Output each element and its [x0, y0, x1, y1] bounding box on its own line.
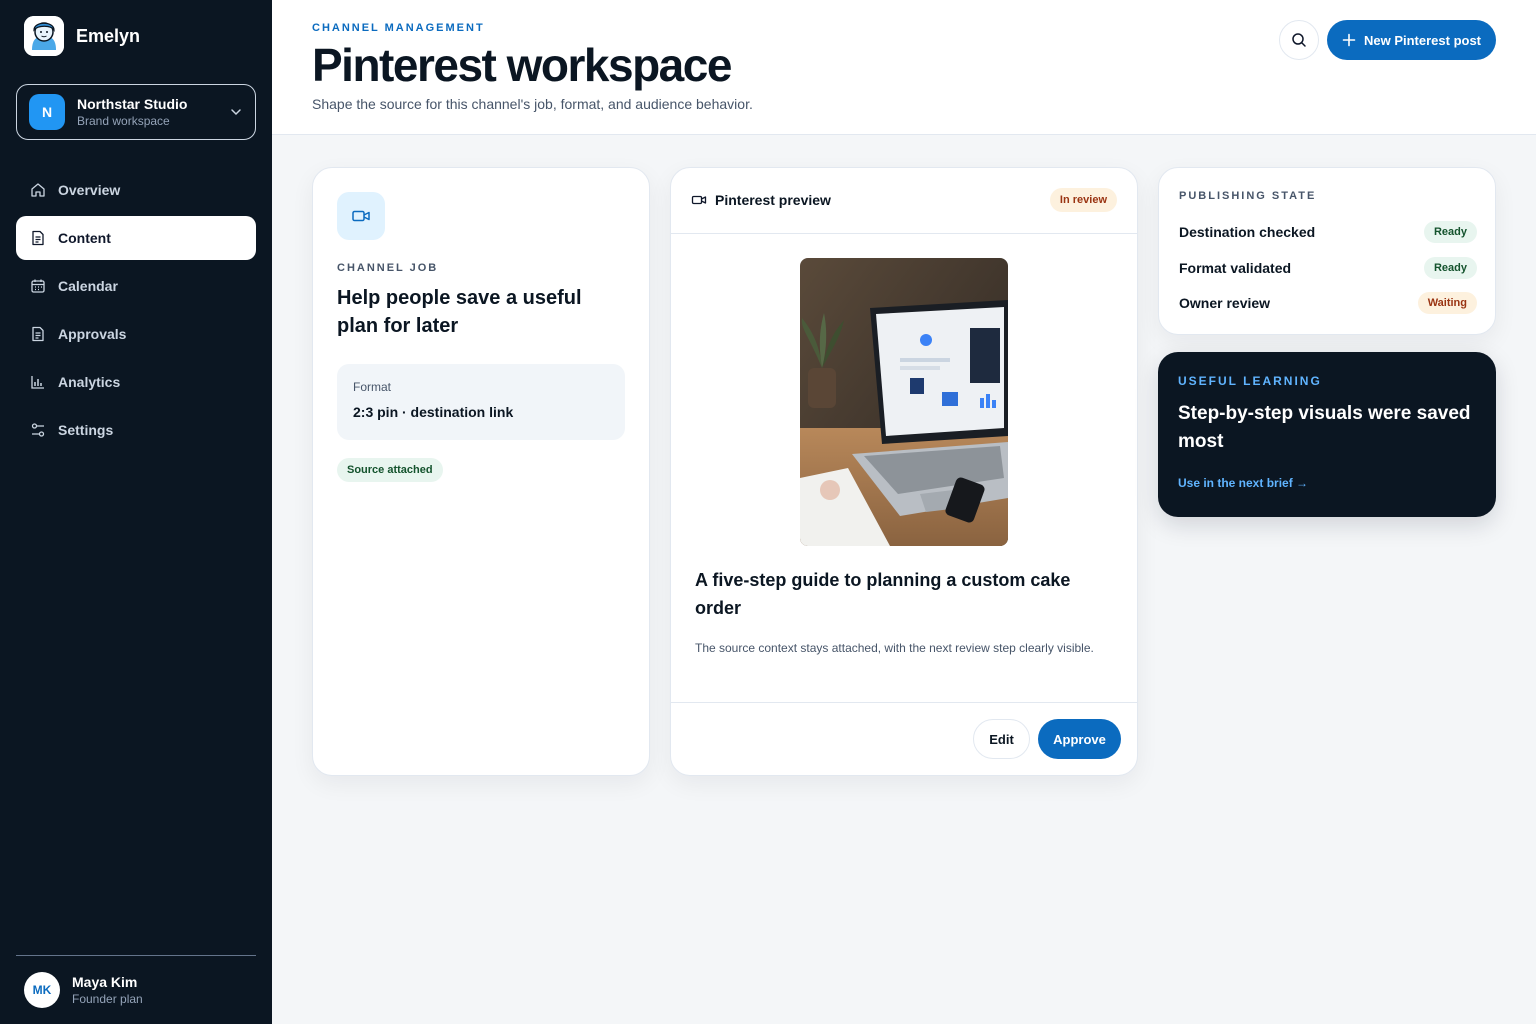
sidebar: Emelyn N Northstar Studio Brand workspac… [0, 0, 272, 1024]
workspace-name: Northstar Studio [77, 96, 188, 112]
approve-button[interactable]: Approve [1038, 719, 1121, 759]
page-title: Pinterest workspace [312, 39, 732, 91]
document-icon [32, 230, 44, 246]
preview-header: Pinterest preview In review [671, 168, 1137, 234]
learning-title: Step-by-step visuals were saved most [1178, 403, 1471, 452]
source-attached-badge: Source attached [337, 458, 443, 482]
sidebar-item-content[interactable]: Content [16, 216, 256, 260]
search-button[interactable] [1279, 20, 1319, 60]
sidebar-item-label: Settings [58, 422, 114, 438]
user-profile[interactable]: MK Maya Kim Founder plan [24, 972, 143, 1008]
status-badge: Waiting [1417, 292, 1477, 314]
brand[interactable]: Emelyn [24, 16, 140, 56]
edit-button[interactable]: Edit [973, 719, 1030, 759]
sidebar-item-label: Calendar [58, 278, 118, 294]
sidebar-item-label: Content [58, 230, 111, 246]
bar-chart-icon [31, 376, 44, 389]
page-eyebrow: CHANNEL MANAGEMENT [312, 22, 485, 34]
sidebar-item-label: Overview [58, 182, 121, 198]
pinterest-preview-card: Pinterest preview In review A five-step … [670, 167, 1138, 776]
plus-icon [1342, 33, 1356, 47]
new-pinterest-post-label: New Pinterest post [1363, 32, 1482, 48]
state-name: Destination checked [1179, 224, 1316, 240]
sidebar-divider [16, 955, 256, 956]
sidebar-item-calendar[interactable]: Calendar [16, 264, 256, 308]
page-header: CHANNEL MANAGEMENT Pinterest workspace S… [272, 0, 1536, 135]
search-icon [1292, 33, 1306, 47]
sidebar-item-label: Analytics [58, 374, 121, 390]
learning-label: USEFUL LEARNING [1178, 374, 1322, 388]
pin-description: The source context stays attached, with … [695, 641, 1094, 655]
workspace-switcher[interactable]: N Northstar Studio Brand workspace [16, 84, 256, 140]
pin-image [800, 258, 1008, 546]
workspace-avatar: N [29, 94, 65, 130]
preview-title: Pinterest preview [691, 192, 831, 208]
user-name: Maya Kim [72, 974, 138, 990]
format-value: 2:3 pin · destination link [353, 404, 514, 420]
state-name: Owner review [1179, 295, 1271, 311]
state-row-owner: Owner review Waiting [1179, 292, 1477, 314]
format-label: Format [353, 380, 392, 394]
publishing-state-label: PUBLISHING STATE [1179, 190, 1317, 202]
avatar: MK [24, 972, 60, 1008]
publishing-state-card: PUBLISHING STATE Destination checked Rea… [1158, 167, 1496, 335]
sliders-icon [31, 423, 45, 437]
brand-name: Emelyn [76, 25, 141, 46]
use-in-next-brief-link[interactable]: Use in the next brief → [1178, 476, 1308, 490]
page-subtitle: Shape the source for this channel's job,… [312, 96, 753, 112]
user-plan: Founder plan [72, 992, 143, 1006]
channel-job-title: Help people save a useful plan for later [337, 287, 582, 337]
workspace-subtitle: Brand workspace [77, 114, 170, 128]
preview-footer: Edit Approve [671, 702, 1137, 775]
brand-logo [24, 16, 64, 56]
sidebar-nav: Overview Content Calendar Approvals Anal… [16, 168, 256, 456]
home-icon [31, 183, 45, 197]
sidebar-item-overview[interactable]: Overview [16, 168, 256, 212]
sidebar-item-label: Approvals [58, 326, 127, 342]
state-row-destination: Destination checked Ready [1179, 221, 1477, 243]
new-pinterest-post-button[interactable]: New Pinterest post [1327, 20, 1496, 60]
channel-job-label: CHANNEL JOB [337, 262, 439, 274]
state-name: Format validated [1179, 260, 1292, 276]
chevron-down-icon [231, 109, 241, 116]
sidebar-item-analytics[interactable]: Analytics [16, 360, 256, 404]
pin-title: A five-step guide to planning a custom c… [695, 570, 1071, 618]
useful-learning-card: USEFUL LEARNING Step-by-step visuals wer… [1158, 352, 1496, 517]
status-badge: In review [1049, 188, 1117, 212]
status-badge: Ready [1423, 221, 1477, 243]
calendar-icon [31, 279, 45, 293]
preview-title-text: Pinterest preview [715, 192, 831, 208]
format-box: Format 2:3 pin · destination link [337, 364, 625, 440]
video-icon [337, 192, 385, 240]
status-badge: Ready [1423, 257, 1477, 279]
video-icon [691, 195, 707, 205]
sidebar-item-approvals[interactable]: Approvals [16, 312, 256, 356]
clipboard-icon [32, 326, 44, 342]
state-row-format: Format validated Ready [1179, 257, 1477, 279]
sidebar-item-settings[interactable]: Settings [16, 408, 256, 452]
channel-job-card: CHANNEL JOB Help people save a useful pl… [312, 167, 650, 776]
